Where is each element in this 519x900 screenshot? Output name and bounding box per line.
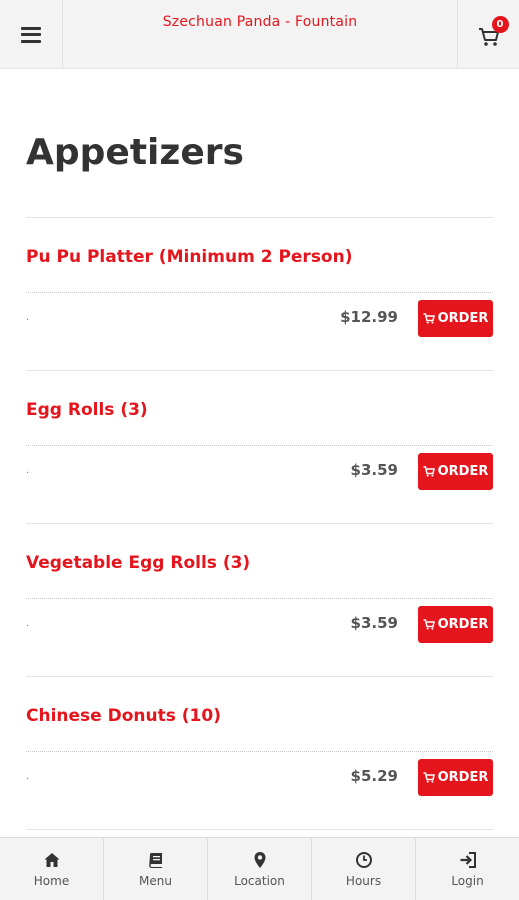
page-title: Appetizers xyxy=(26,132,244,173)
order-label: ORDER xyxy=(437,770,489,785)
map-marker-icon xyxy=(254,851,265,868)
item-name[interactable]: Chinese Donuts (10) xyxy=(26,706,221,726)
menu-item: Chinese Donuts (10) . $5.29 ORDER xyxy=(26,677,493,830)
item-name[interactable]: Vegetable Egg Rolls (3) xyxy=(26,553,250,573)
menu-item: Pu Pu Platter (Minimum 2 Person) . $12.9… xyxy=(26,218,493,371)
cart-button[interactable]: 0 xyxy=(457,0,519,69)
menu-item: Vegetable Egg Rolls (3) . $3.59 ORDER xyxy=(26,524,493,677)
nav-menu[interactable]: Menu xyxy=(104,838,208,900)
cart-icon xyxy=(423,466,435,477)
item-price: $12.99 xyxy=(340,308,398,326)
order-label: ORDER xyxy=(437,617,489,632)
menu-item: Egg Rolls (3) . $3.59 ORDER xyxy=(26,371,493,524)
nav-label: Hours xyxy=(345,873,382,888)
nav-home[interactable]: Home xyxy=(0,838,104,900)
nav-hours[interactable]: Hours xyxy=(312,838,416,900)
cart-icon: 0 xyxy=(478,15,509,47)
item-description: . xyxy=(26,465,30,476)
item-price: $3.59 xyxy=(350,614,398,632)
order-button[interactable]: ORDER xyxy=(418,300,493,337)
nav-label: Menu xyxy=(139,873,172,888)
dotted-divider xyxy=(26,445,493,446)
cart-icon xyxy=(423,313,435,324)
dotted-divider xyxy=(26,292,493,293)
hamburger-icon xyxy=(21,26,41,43)
restaurant-title[interactable]: Szechuan Panda - Fountain xyxy=(63,14,457,30)
order-label: ORDER xyxy=(437,311,489,326)
dotted-divider xyxy=(26,751,493,752)
item-price: $3.59 xyxy=(350,461,398,479)
nav-label: Login xyxy=(451,873,484,888)
order-label: ORDER xyxy=(437,464,489,479)
dotted-divider xyxy=(26,598,493,599)
order-button[interactable]: ORDER xyxy=(418,453,493,490)
item-name[interactable]: Pu Pu Platter (Minimum 2 Person) xyxy=(26,247,353,267)
item-price: $5.29 xyxy=(350,767,398,785)
order-button[interactable]: ORDER xyxy=(418,606,493,643)
menu-button[interactable] xyxy=(0,0,63,69)
nav-login[interactable]: Login xyxy=(416,838,519,900)
item-description: . xyxy=(26,771,30,782)
nav-label: Home xyxy=(33,873,70,888)
clock-icon xyxy=(355,851,372,868)
book-icon xyxy=(148,852,162,868)
cart-icon xyxy=(423,619,435,630)
nav-location[interactable]: Location xyxy=(208,838,312,900)
cart-icon xyxy=(423,772,435,783)
bottom-nav: Home Menu Location Hours Login xyxy=(0,837,519,900)
nav-label: Location xyxy=(234,873,285,888)
order-button[interactable]: ORDER xyxy=(418,759,493,796)
item-name[interactable]: Egg Rolls (3) xyxy=(26,400,148,420)
top-header: Szechuan Panda - Fountain 0 xyxy=(0,0,519,69)
item-description: . xyxy=(26,618,30,629)
sign-in-icon xyxy=(460,851,476,868)
home-icon xyxy=(44,852,59,867)
menu-content: Appetizers Pu Pu Platter (Minimum 2 Pers… xyxy=(26,69,493,830)
cart-count-badge: 0 xyxy=(491,15,509,33)
item-description: . xyxy=(26,312,30,323)
